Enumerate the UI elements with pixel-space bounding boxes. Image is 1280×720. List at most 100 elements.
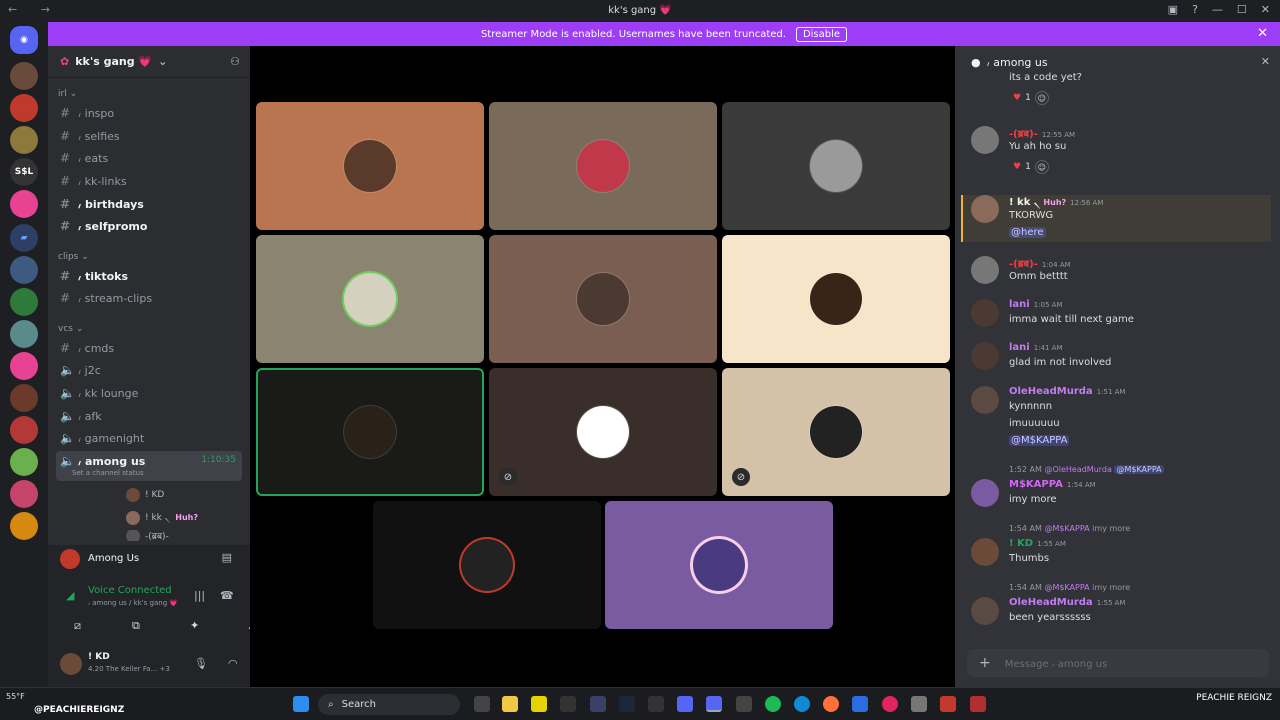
category-vcs[interactable]: vcs ⌄ [58,324,83,334]
screen-share-icon[interactable]: ⧉ [132,619,140,633]
message-input[interactable]: + Message ៸ among us [967,649,1269,677]
channel-kk-links[interactable]: # ៸ kk-links [56,171,242,191]
app-icon[interactable] [560,696,576,712]
voice-channel-j2c[interactable]: 🔈 ៸ j2c [56,360,242,380]
participant-tile[interactable] [489,102,717,230]
file-explorer-icon[interactable] [502,696,518,712]
app-icon[interactable] [677,696,693,712]
voice-user[interactable]: -(ब्रब)- [126,530,169,541]
voice-channel-among-us[interactable]: 🔈 ៸ among us 1:10:35 Set a channel status [56,451,242,481]
channel-tiktoks[interactable]: # ៸ tiktoks [56,266,242,286]
mic-icon[interactable]: 🎙 [194,657,208,670]
channel-inspo[interactable]: # ៸ inspo [56,103,242,123]
app-icon[interactable] [590,696,606,712]
server-icon[interactable] [10,256,38,284]
server-icon[interactable]: S$L [10,158,38,186]
channel-status[interactable]: Set a channel status [72,469,144,477]
server-icon[interactable] [10,320,38,348]
add-attachment-icon[interactable]: + [979,655,991,671]
reply-preview[interactable]: 1:54 AM @M$KAPPA imy more [1009,524,1130,533]
app-icon[interactable] [970,696,986,712]
taskbar-search[interactable]: ⌕ Search [318,694,460,715]
voice-channel-kk-lounge[interactable]: 🔈 ៸ kk lounge [56,383,242,403]
discord-home-icon[interactable]: ◉ [10,26,38,54]
help-icon[interactable]: ? [1192,3,1198,16]
participant-tile[interactable]: ⊘ [722,368,950,496]
server-icon[interactable] [10,62,38,90]
participant-tile[interactable]: ⊘ [489,368,717,496]
user-mention[interactable]: @M$KAPPA [1009,435,1070,446]
avatar[interactable] [971,597,999,625]
voice-user[interactable]: ! KD [126,488,164,502]
server-icon[interactable] [10,448,38,476]
server-icon[interactable] [10,352,38,380]
server-icon[interactable] [10,126,38,154]
server-header[interactable]: ✿ kk's gang 💗 ⌄ ⚇ [48,46,250,78]
here-mention[interactable]: @here [1009,227,1046,238]
avatar[interactable] [971,256,999,284]
voice-status[interactable]: Voice Connected [88,585,172,596]
task-view-icon[interactable] [474,696,490,712]
avatar[interactable] [971,299,999,327]
reply-preview[interactable]: 1:52 AM @OleHeadMurda @M$KAPPA [1009,465,1164,474]
app-icon[interactable] [940,696,956,712]
settings-icon[interactable] [911,696,927,712]
app-icon[interactable] [882,696,898,712]
app-icon[interactable] [852,696,868,712]
discord-icon[interactable] [706,696,722,712]
reply-preview[interactable]: 1:54 AM @M$KAPPA imy more [1009,583,1130,592]
voice-channel-gamenight[interactable]: 🔈 ៸ gamenight [56,428,242,448]
activity-icon[interactable]: ▤ [222,551,232,564]
server-icon[interactable] [10,94,38,122]
app-icon[interactable] [648,696,664,712]
avatar[interactable] [971,538,999,566]
avatar[interactable] [971,126,999,154]
participant-tile[interactable] [373,501,601,629]
minimize-button[interactable]: — [1212,3,1223,16]
spotify-icon[interactable] [765,696,781,712]
headphones-icon[interactable]: ◠ [228,657,238,670]
invite-icon[interactable]: ⚇ [230,55,240,68]
maximize-button[interactable]: ☐ [1237,3,1247,16]
server-icon[interactable] [10,480,38,508]
disable-button[interactable]: Disable [795,26,848,42]
channel-selfies[interactable]: # ៸ selfies [56,126,242,146]
close-banner-icon[interactable]: ✕ [1257,26,1268,41]
close-chat-icon[interactable]: ✕ [1261,55,1270,68]
app-icon[interactable] [736,696,752,712]
server-icon[interactable] [10,190,38,218]
server-icon[interactable] [10,384,38,412]
server-icon[interactable] [10,512,38,540]
voice-channel-afk[interactable]: 🔈 ៸ afk [56,406,242,426]
close-window-button[interactable]: ✕ [1261,3,1270,16]
participant-tile-speaking[interactable] [256,368,484,496]
participant-tile[interactable] [722,102,950,230]
channel-birthdays[interactable]: # ៸ birthdays [56,194,242,214]
add-reaction-icon[interactable]: ☺ [1034,160,1049,174]
category-irl[interactable]: irl ⌄ [58,89,77,99]
participant-tile[interactable] [256,235,484,363]
noise-suppression-icon[interactable]: ||| [194,589,205,602]
camera-off-icon[interactable]: ⧄ [74,619,81,633]
participant-tile[interactable] [722,235,950,363]
activities-icon[interactable]: ✦ [190,619,199,632]
inbox-icon[interactable]: ▣ [1168,3,1178,16]
participant-tile[interactable] [605,501,833,629]
firefox-icon[interactable] [823,696,839,712]
participant-tile[interactable] [256,102,484,230]
channel-eats[interactable]: # ៸ eats [56,148,242,168]
avatar[interactable] [971,195,999,223]
disconnect-icon[interactable]: ☎ [220,589,234,602]
reaction[interactable]: ♥ 1 ☺ [1013,91,1049,105]
reaction[interactable]: ♥ 1 ☺ [1013,160,1049,174]
steam-icon[interactable] [619,696,635,712]
windows-start-icon[interactable] [293,696,309,712]
folder-icon[interactable]: ▰ [10,224,38,252]
voice-user[interactable]: ! kk ৲ Huh? [126,510,198,525]
edge-icon[interactable] [794,696,810,712]
channel-cmds[interactable]: # ៸ cmds [56,338,242,358]
avatar[interactable] [971,386,999,414]
category-clips[interactable]: clips ⌄ [58,252,89,262]
app-icon[interactable] [531,696,547,712]
participant-tile[interactable] [489,235,717,363]
